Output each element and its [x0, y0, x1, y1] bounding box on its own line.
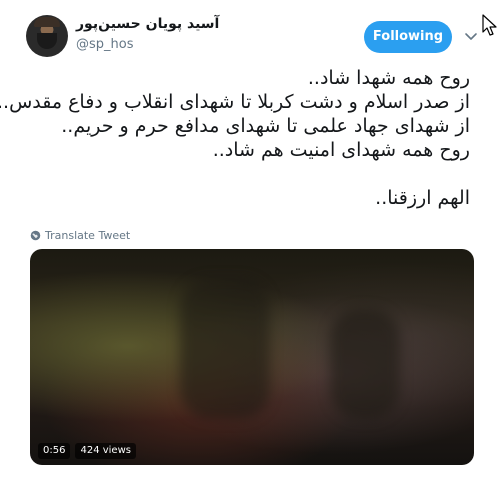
video-duration: 0:56 — [38, 443, 71, 459]
tweet-line-gap — [26, 162, 470, 186]
video-frame-shadow — [180, 279, 270, 419]
avatar-beard — [37, 33, 57, 49]
video-views: 424 views — [75, 443, 136, 459]
tweet-line: الهم ارزقنا.. — [375, 187, 470, 209]
tweet-line: از صدر اسلام و دشت کربلا تا شهدای انقلاب… — [0, 91, 470, 113]
following-button[interactable]: Following — [364, 21, 452, 53]
chevron-down-icon[interactable] — [464, 29, 478, 43]
mouse-cursor-icon — [482, 14, 497, 36]
avatar[interactable] — [26, 15, 68, 57]
video-frame-shadow — [330, 309, 400, 419]
video-player[interactable]: 0:56 424 views — [30, 249, 474, 465]
tweet-line: روح همه شهدا شاد.. — [307, 67, 470, 89]
tweet-line: روح همه شهدای امنیت هم شاد.. — [212, 139, 470, 161]
author-display-name[interactable]: آسید پویان حسین‌پور — [76, 16, 219, 32]
author-handle[interactable]: @sp_hos — [76, 37, 134, 52]
video-overlay: 0:56 424 views — [38, 443, 136, 459]
tweet-text: روح همه شهدا شاد.. از صدر اسلام و دشت کر… — [0, 66, 470, 210]
translate-tweet-label: Translate Tweet — [45, 229, 131, 242]
tweet-line: از شهدای جهاد علمی تا شهدای مدافع حرم و … — [61, 115, 470, 137]
avatar-hat — [34, 17, 60, 27]
tweet-card: آسید پویان حسین‌پور @sp_hos Following رو… — [0, 0, 502, 504]
translate-tweet-link[interactable]: Translate Tweet — [30, 229, 130, 242]
globe-icon — [30, 230, 41, 241]
